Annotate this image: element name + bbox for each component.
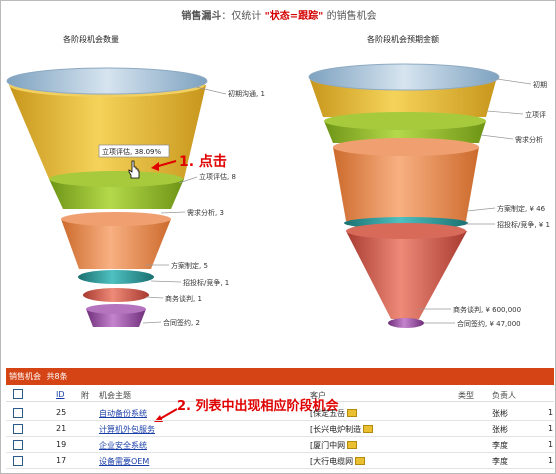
folder-icon[interactable] [347, 441, 358, 449]
table-row[interactable]: 21 计算机外包服务 [长兴电炉制造 张彬 1 [6, 422, 554, 437]
row-subject-link[interactable]: 设备需要OEM [99, 456, 149, 467]
row-extra: 1 [548, 424, 554, 433]
title-status: "状态=跟踪" [264, 11, 324, 22]
row-id: 17 [56, 456, 67, 465]
left-label-2: 立项评估, 8 [199, 172, 236, 181]
folder-icon[interactable] [347, 409, 358, 417]
select-all-checkbox[interactable] [13, 389, 23, 399]
funnel-segment-商务谈判[interactable] [83, 288, 149, 302]
screenshot-frame: 销售漏斗：仅统计 "状态=跟踪" 的销售机会 各阶段机会数量 各阶段机会预期金额 [0, 0, 556, 474]
funnel-segment-top [86, 304, 146, 314]
left-label-6: 商务谈判, 1 [165, 294, 202, 303]
left-funnel-chart: 初期沟通, 1 立项评估, 8 需求分析, 3 方案制定, 5 招投标/竞争, … [6, 67, 265, 327]
right-label-1: 初期 [533, 80, 547, 89]
row-subject-link[interactable]: 自动备份系统 [99, 408, 147, 419]
funnel-segment-初期沟通[interactable] [6, 67, 208, 95]
left-label-4: 方案制定, 5 [171, 261, 208, 270]
funnel-segment-top [333, 138, 479, 156]
funnel-segment-top [324, 112, 486, 130]
title-suffix: 的销售机会 [323, 11, 377, 22]
right-label-7: 合同签约, ¥ 47,000 [457, 319, 521, 328]
table-row[interactable]: 17 设备需要OEM [大行电缆网 李度 1 [6, 454, 554, 469]
funnel-segment-top [49, 171, 183, 187]
row-subject-link[interactable]: 计算机外包服务 [99, 424, 155, 435]
row-customer-text: [保定五岳 [310, 409, 346, 418]
title-prefix: 销售漏斗 [181, 11, 222, 22]
folder-icon[interactable] [363, 425, 374, 433]
tooltip-text: 立项评估, 38.09% [102, 147, 161, 156]
column-subject[interactable]: 机会主题 [99, 390, 131, 401]
row-checkbox[interactable] [13, 408, 23, 418]
funnel-segment-招投标[interactable] [78, 270, 154, 284]
row-extra: 1 [548, 408, 554, 417]
row-customer: [长兴电炉制造 [310, 424, 374, 435]
row-owner: 李度 [492, 457, 508, 466]
page-title: 销售漏斗：仅统计 "状态=跟踪" 的销售机会 [1, 7, 555, 22]
funnel-segment-方案制定[interactable] [61, 219, 171, 269]
funnel-segment-商务谈判[interactable] [346, 231, 467, 319]
column-type[interactable]: 类型 [458, 390, 474, 401]
row-customer-text: [厦门中网 [310, 441, 346, 450]
left-label-3: 需求分析, 3 [187, 208, 224, 217]
row-checkbox[interactable] [13, 424, 23, 434]
left-label-7: 合同签约, 2 [163, 318, 200, 327]
title-mid: ：仅统计 [221, 11, 265, 22]
row-customer-text: [长兴电炉制造 [310, 425, 362, 434]
row-customer: [大行电缆网 [310, 456, 366, 467]
row-customer: [厦门中网 [310, 440, 358, 451]
funnel-segment-top [346, 223, 466, 239]
panel-count: 共8条 [46, 372, 68, 381]
funnel-segment-方案制定[interactable] [333, 147, 479, 221]
row-checkbox[interactable] [13, 456, 23, 466]
column-id[interactable]: ID [56, 390, 65, 399]
right-label-6: 商务谈判, ¥ 600,000 [453, 305, 521, 314]
panel-title: 销售机会 [9, 372, 41, 381]
left-label-1: 初期沟通, 1 [228, 89, 265, 98]
annotation-click: 1. 点击 [179, 154, 227, 170]
row-checkbox[interactable] [13, 440, 23, 450]
row-id: 19 [56, 440, 67, 449]
row-subject-link[interactable]: 企业安全系统 [99, 440, 147, 451]
funnel-segment-初期沟通[interactable] [308, 63, 500, 91]
left-chart-title: 各阶段机会数量 [63, 35, 119, 44]
row-extra: 1 [548, 456, 554, 465]
row-owner: 张彬 [492, 409, 508, 418]
row-owner: 张彬 [492, 425, 508, 434]
funnel-segment-立项评估[interactable] [9, 85, 206, 179]
right-label-5: 招投标/竞争, ¥ 1 [497, 220, 550, 229]
row-extra: 1 [548, 440, 554, 449]
column-owner[interactable]: 负责人 [492, 390, 516, 401]
right-funnel-chart: 初期 立项评 需求分析 方案制定, ¥ 46 招投标/竞争, ¥ 1 商务谈判,… [308, 63, 550, 328]
right-label-3: 需求分析 [515, 135, 543, 144]
funnel-segment-合同签约[interactable] [388, 318, 424, 328]
row-customer-text: [大行电缆网 [310, 457, 354, 466]
right-label-4: 方案制定, ¥ 46 [497, 204, 546, 213]
right-label-2: 立项评 [525, 110, 546, 119]
right-chart-title: 各阶段机会预期金额 [367, 35, 439, 44]
column-attach[interactable]: 附 [81, 390, 89, 401]
funnel-segment-top [61, 212, 171, 226]
row-id: 21 [56, 424, 67, 433]
table-row[interactable]: 25 自动备份系统 [保定五岳 张彬 1 [6, 406, 554, 421]
left-label-5: 招投标/竞争, 1 [183, 278, 229, 287]
opportunity-panel-header: 销售机会 共8条 [6, 368, 554, 385]
row-customer: [保定五岳 [310, 408, 358, 419]
row-owner: 李度 [492, 441, 508, 450]
folder-icon[interactable] [355, 457, 366, 465]
table-row[interactable]: 19 企业安全系统 [厦门中网 李度 1 [6, 438, 554, 453]
row-id: 25 [56, 408, 67, 417]
